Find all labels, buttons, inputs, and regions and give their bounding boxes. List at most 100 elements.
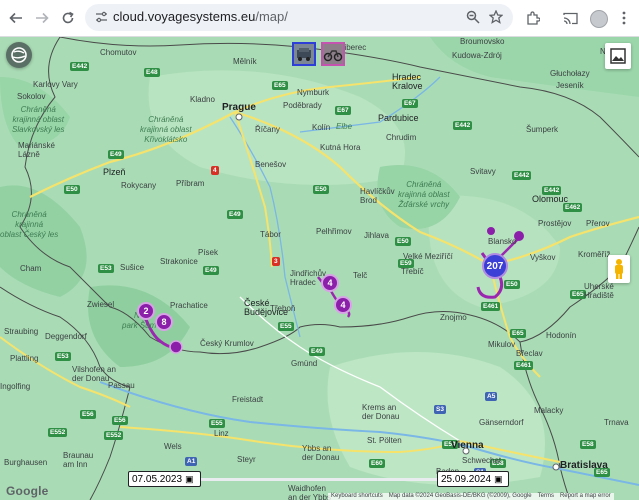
place-label: Freistadt: [232, 395, 264, 404]
bookmark-star-icon[interactable]: [487, 8, 505, 26]
place-label: Vyškov: [530, 253, 556, 262]
place-label: Sušice: [120, 263, 145, 272]
place-label: Karlovy Vary: [33, 80, 78, 89]
date-to-input[interactable]: 25.09.2024 ▣: [437, 471, 509, 487]
map-canvas[interactable]: E442 E48 E65 E67 E442 E67 E49 E50 E50 E442 E442 E46…: [0, 37, 639, 500]
city-label: Prague: [222, 102, 256, 113]
forward-icon[interactable]: [32, 8, 52, 28]
vehicle-photo-icon: [297, 48, 311, 61]
town-label: Hradec Kralove: [392, 72, 423, 91]
road-shield: A1: [185, 457, 198, 466]
marker-cluster[interactable]: 207: [482, 253, 508, 279]
road-shield: E65: [510, 329, 526, 338]
cast-icon[interactable]: [560, 8, 580, 28]
map-type-button[interactable]: [605, 43, 631, 69]
marker-cluster[interactable]: 2: [137, 302, 155, 320]
place-label: Břeclav: [516, 349, 543, 358]
road-shield: E552: [48, 428, 68, 437]
terms-link[interactable]: Terms: [538, 493, 554, 500]
place-label: Prachatice: [170, 301, 208, 310]
place-label: Telč: [353, 271, 368, 280]
place-label: Kudowa-Zdrój: [452, 51, 502, 60]
place-label: Mariánské Lázně: [18, 141, 55, 159]
place-label: Sokolov: [17, 92, 46, 101]
place-label: Prostějov: [538, 219, 572, 228]
site-settings-icon[interactable]: [93, 9, 109, 25]
place-label: Kolín: [312, 123, 331, 132]
place-label: Blansko: [488, 237, 517, 246]
menu-kebab-icon[interactable]: [614, 8, 634, 28]
road-shield: E56: [80, 410, 96, 419]
place-label: Hodonín: [546, 331, 577, 340]
marker-cluster[interactable]: 4: [334, 296, 352, 314]
date-to-value: 25.09.2024: [441, 473, 492, 485]
road-shield: S3: [434, 405, 446, 414]
profile-avatar[interactable]: [590, 10, 608, 28]
road-shield: E49: [108, 150, 124, 159]
place-label: Mikulov: [488, 340, 516, 349]
place-label: Jihlava: [364, 231, 389, 240]
park-label: Chráněná krajinná oblast Český les: [0, 210, 59, 239]
address-bar[interactable]: cloud.voyagesystems.eu/map/: [85, 4, 513, 31]
marker-cluster[interactable]: 8: [155, 313, 173, 331]
place-label: Plattling: [10, 354, 39, 363]
back-icon[interactable]: [6, 8, 26, 28]
road-shield: E461: [514, 361, 534, 370]
place-label: Svitavy: [470, 167, 496, 176]
keyboard-shortcuts-link[interactable]: Keyboard shortcuts: [331, 493, 383, 500]
place-label: Trnava: [604, 418, 629, 427]
place-label: Straubing: [4, 327, 39, 336]
motorcycle-photo-icon: [323, 50, 343, 62]
road-shield: E461: [481, 302, 501, 311]
place-label: Chrudim: [386, 133, 417, 142]
pegman-icon: [615, 259, 623, 279]
photo-thumbnail-1[interactable]: [292, 42, 316, 66]
place-label: Kladno: [190, 95, 215, 104]
road-shield: E50: [313, 185, 329, 194]
place-label: Broumovsko: [460, 37, 505, 46]
extensions-icon[interactable]: [523, 8, 543, 28]
place-label: Chomutov: [100, 48, 137, 57]
city-label: Bratislava: [560, 460, 608, 471]
road-shield: E442: [512, 171, 532, 180]
globe-icon: [11, 47, 27, 63]
town-label: Pardubice: [378, 113, 419, 123]
road-shield: E552: [104, 431, 124, 440]
reload-icon[interactable]: [58, 8, 78, 28]
road-shield: E58: [580, 440, 596, 449]
place-label: Pelhřimov: [316, 227, 352, 236]
date-from-input[interactable]: 07.05.2023 ▣: [128, 471, 201, 487]
calendar-icon[interactable]: ▣: [185, 474, 194, 485]
marker-cluster[interactable]: 4: [321, 274, 339, 292]
google-logo: Google: [6, 484, 49, 498]
place-label: Rokycany: [121, 181, 157, 190]
place-label: Krems an der Donau: [362, 403, 400, 421]
place-label: Říčany: [255, 125, 280, 134]
place-label: Deggendorf: [45, 332, 87, 341]
place-label: Příbram: [176, 179, 205, 188]
road-shield: E67: [335, 106, 351, 115]
report-error-link[interactable]: Report a map error: [560, 493, 611, 500]
date-from-value: 07.05.2023: [132, 473, 183, 485]
photo-thumbnail-2[interactable]: [321, 42, 345, 66]
browser-toolbar: cloud.voyagesystems.eu/map/: [0, 0, 639, 37]
date-range-slider[interactable]: [201, 478, 437, 481]
road-shield: E49: [203, 266, 219, 275]
zoom-icon[interactable]: [464, 8, 482, 26]
calendar-icon[interactable]: ▣: [494, 474, 503, 485]
park-label: Chráněná krajinná oblast Žďárské vrchy: [398, 180, 450, 209]
place-label: Passau: [108, 381, 135, 390]
town-label: Plzeň: [103, 167, 126, 177]
place-label: Ybbs an der Donau: [302, 444, 340, 462]
place-label: Mělník: [233, 57, 257, 66]
image-layer-icon: [610, 48, 626, 64]
place-label: Ingolfing: [0, 382, 31, 391]
place-label: Znojmo: [440, 313, 467, 322]
url-host: cloud.voyagesystems.eu: [113, 9, 256, 24]
app-logo-button[interactable]: [6, 42, 32, 68]
url-path: /map/: [255, 9, 288, 24]
place-label: Velké Meziříčí: [403, 252, 453, 261]
street-view-pegman[interactable]: [608, 255, 630, 283]
place-label: Waidhofen an der Ybbs: [288, 484, 331, 500]
road-shield: E442: [70, 62, 90, 71]
